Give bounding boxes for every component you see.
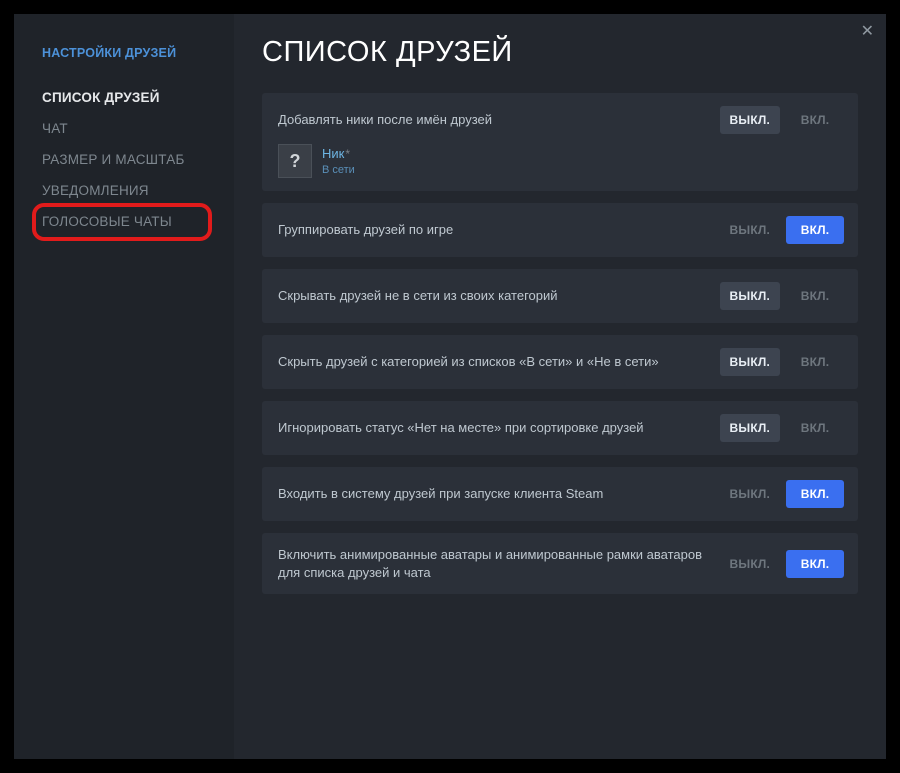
setting-row-animated-avatars: Включить анимированные аватары и анимиро… — [262, 533, 858, 594]
setting-label: Включить анимированные аватары и анимиро… — [278, 546, 720, 581]
sidebar-item-notifications[interactable]: УВЕДОМЛЕНИЯ — [14, 175, 234, 206]
sidebar-header: НАСТРОЙКИ ДРУЗЕЙ — [14, 46, 234, 82]
setting-row-nicknames: Добавлять ники после имён друзей ВЫКЛ. В… — [262, 93, 858, 191]
toggle-on-button[interactable]: ВКЛ. — [786, 282, 844, 310]
close-icon[interactable]: ✕ — [861, 24, 874, 40]
sidebar-item-friends-list[interactable]: СПИСОК ДРУЗЕЙ — [14, 82, 234, 113]
sidebar-item-size-scale[interactable]: РАЗМЕР И МАСШТАБ — [14, 144, 234, 175]
toggle-on-button[interactable]: ВКЛ. — [786, 414, 844, 442]
toggle-group: ВЫКЛ. ВКЛ. — [720, 550, 845, 578]
nick-star: * — [345, 147, 350, 161]
toggle-group: ВЫКЛ. ВКЛ. — [720, 480, 845, 508]
avatar-placeholder-icon: ? — [278, 144, 312, 178]
nick-info: Ник* В сети — [322, 145, 355, 176]
setting-row-hide-offline: Скрывать друзей не в сети из своих катег… — [262, 269, 858, 323]
setting-label: Группировать друзей по игре — [278, 221, 720, 239]
toggle-group: ВЫКЛ. ВКЛ. — [720, 106, 845, 134]
nick-name: Ник — [322, 146, 344, 161]
setting-label: Игнорировать статус «Нет на месте» при с… — [278, 419, 720, 437]
sidebar-item-label: СПИСОК ДРУЗЕЙ — [42, 90, 160, 105]
toggle-off-button[interactable]: ВЫКЛ. — [720, 550, 781, 578]
toggle-group: ВЫКЛ. ВКЛ. — [720, 216, 845, 244]
setting-label: Скрывать друзей не в сети из своих катег… — [278, 287, 720, 305]
toggle-off-button[interactable]: ВЫКЛ. — [720, 480, 781, 508]
toggle-group: ВЫКЛ. ВКЛ. — [720, 348, 845, 376]
setting-label: Входить в систему друзей при запуске кли… — [278, 485, 720, 503]
toggle-on-button[interactable]: ВКЛ. — [786, 550, 844, 578]
settings-window: ✕ НАСТРОЙКИ ДРУЗЕЙ СПИСОК ДРУЗЕЙ ЧАТ РАЗ… — [14, 14, 886, 759]
toggle-off-button[interactable]: ВЫКЛ. — [720, 282, 781, 310]
sidebar-item-label: ГОЛОСОВЫЕ ЧАТЫ — [42, 214, 172, 229]
setting-row-group-by-game: Группировать друзей по игре ВЫКЛ. ВКЛ. — [262, 203, 858, 257]
sidebar-item-label: УВЕДОМЛЕНИЯ — [42, 183, 149, 198]
nick-status: В сети — [322, 164, 355, 177]
toggle-on-button[interactable]: ВКЛ. — [786, 216, 844, 244]
sidebar: НАСТРОЙКИ ДРУЗЕЙ СПИСОК ДРУЗЕЙ ЧАТ РАЗМЕ… — [14, 14, 234, 759]
toggle-off-button[interactable]: ВЫКЛ. — [720, 348, 781, 376]
setting-row-ignore-away: Игнорировать статус «Нет на месте» при с… — [262, 401, 858, 455]
sidebar-item-label: ЧАТ — [42, 121, 68, 136]
sidebar-item-label: РАЗМЕР И МАСШТАБ — [42, 152, 185, 167]
toggle-group: ВЫКЛ. ВКЛ. — [720, 282, 845, 310]
toggle-off-button[interactable]: ВЫКЛ. — [720, 106, 781, 134]
setting-label: Добавлять ники после имён друзей — [278, 111, 720, 129]
setting-top-line: Добавлять ники после имён друзей ВЫКЛ. В… — [278, 106, 844, 134]
content-pane: СПИСОК ДРУЗЕЙ Добавлять ники после имён … — [234, 14, 886, 759]
sidebar-item-chat[interactable]: ЧАТ — [14, 113, 234, 144]
nick-name-line: Ник* — [322, 145, 355, 163]
toggle-group: ВЫКЛ. ВКЛ. — [720, 414, 845, 442]
toggle-off-button[interactable]: ВЫКЛ. — [720, 216, 781, 244]
page-title: СПИСОК ДРУЗЕЙ — [262, 36, 858, 69]
setting-row-hide-categorized: Скрыть друзей с категорией из списков «В… — [262, 335, 858, 389]
toggle-on-button[interactable]: ВКЛ. — [786, 106, 844, 134]
nickname-preview: ? Ник* В сети — [278, 144, 355, 178]
toggle-off-button[interactable]: ВЫКЛ. — [720, 414, 781, 442]
setting-row-sign-in-on-launch: Входить в систему друзей при запуске кли… — [262, 467, 858, 521]
toggle-on-button[interactable]: ВКЛ. — [786, 348, 844, 376]
sidebar-item-voice-chats[interactable]: ГОЛОСОВЫЕ ЧАТЫ — [14, 206, 234, 237]
setting-label: Скрыть друзей с категорией из списков «В… — [278, 353, 720, 371]
toggle-on-button[interactable]: ВКЛ. — [786, 480, 844, 508]
